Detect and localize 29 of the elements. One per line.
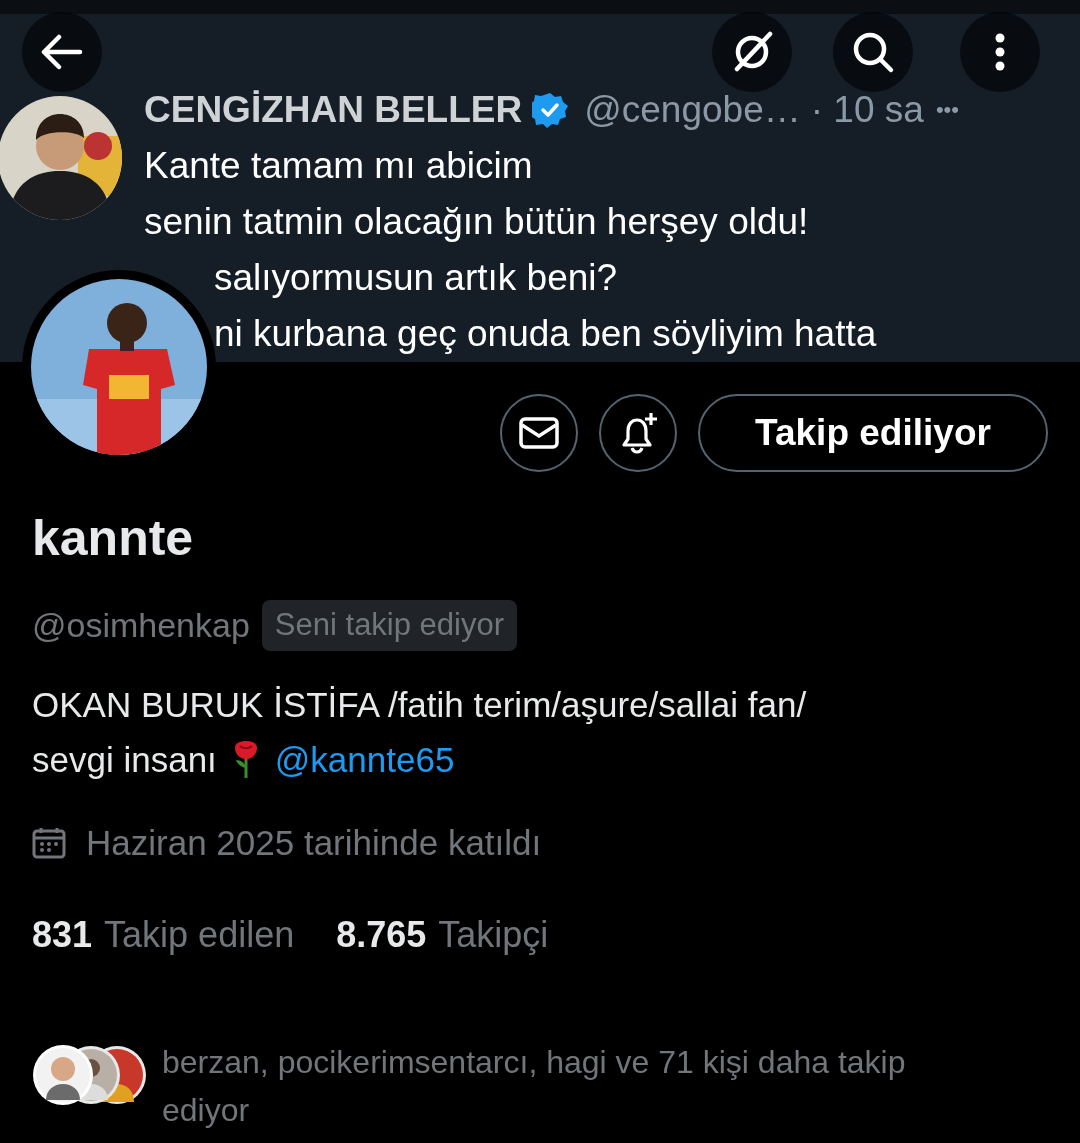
bio-text: sevgi insanı bbox=[32, 739, 217, 781]
tweet-text-line: ni kurbana geç onuda ben söyliyim hatta bbox=[213, 312, 878, 356]
stat-label[interactable]: Takip edilen bbox=[104, 907, 295, 962]
tweet-author-handle: @cengobe… bbox=[584, 88, 801, 132]
profile-name: kannte bbox=[32, 509, 195, 568]
envelope-icon bbox=[519, 417, 559, 449]
notify-button[interactable] bbox=[599, 394, 677, 472]
stat-count[interactable]: 8.765 bbox=[336, 907, 427, 962]
tweet-more: ••• bbox=[935, 96, 959, 124]
search-icon bbox=[851, 30, 895, 74]
tweet-text-line: salıyormusun artık beni? bbox=[213, 256, 619, 300]
profile-handle: @osimhenkap bbox=[32, 605, 250, 646]
stat-label[interactable]: Takipçi bbox=[438, 907, 549, 962]
tweet-time: · 10 sa bbox=[810, 88, 924, 132]
message-button[interactable] bbox=[500, 394, 578, 472]
back-icon bbox=[40, 34, 84, 70]
more-icon bbox=[995, 33, 1005, 71]
followed-by-text: berzan, pocikerimsentarcı, hagi ve 71 kişi daha takip ediyor bbox=[162, 1042, 907, 1130]
calendar-icon bbox=[32, 827, 66, 860]
join-date: Haziran 2025 tarihinde katıldı bbox=[86, 822, 542, 864]
following-button[interactable]: Takip ediliyor bbox=[698, 394, 1048, 472]
tweet-text-line: senin tatmin olacağın bütün herşey oldu! bbox=[144, 200, 810, 244]
mention-link[interactable]: @kannte65 bbox=[274, 732, 455, 787]
follows-you-label: Seni takip ediyor bbox=[261, 600, 518, 651]
bio-text: OKAN BURUK İSTİFA /fatih terim/aşure/sallai fan/ bbox=[32, 684, 808, 726]
tweet-author-name: CENGİZHAN BELLER bbox=[144, 88, 523, 132]
tweet-text-line: Kante tamam mı abicim bbox=[144, 144, 534, 188]
stat-count[interactable]: 831 bbox=[32, 907, 93, 962]
verified-badge-icon bbox=[532, 92, 569, 128]
